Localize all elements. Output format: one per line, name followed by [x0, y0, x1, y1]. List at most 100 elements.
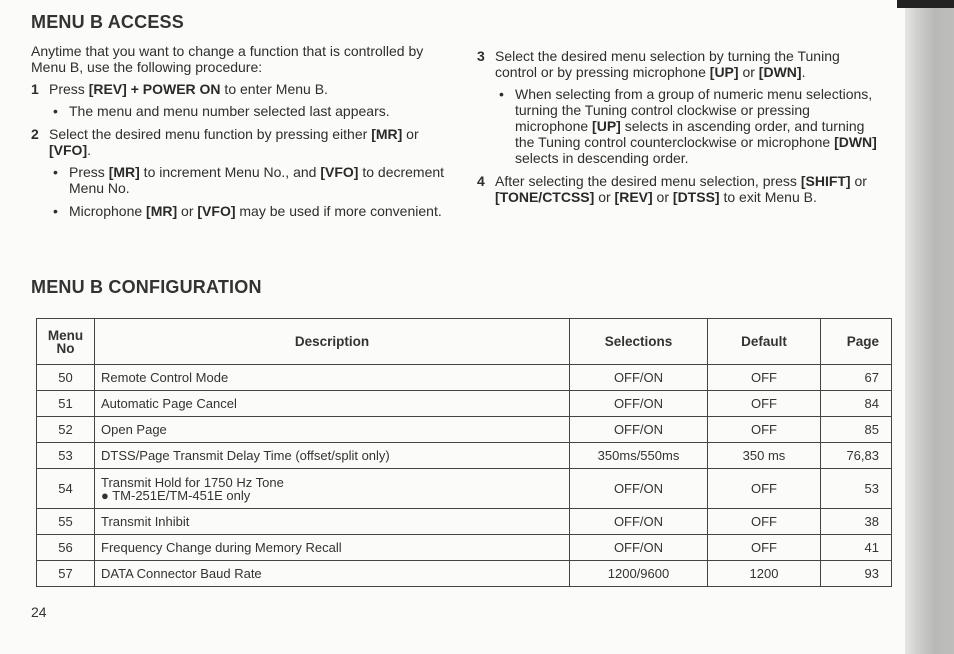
- bullet-text: Press: [69, 164, 109, 180]
- cell-page: 38: [820, 508, 892, 535]
- cell-menu-no: 56: [36, 534, 95, 561]
- description-text: Transmit Inhibit: [101, 514, 190, 529]
- table-row: 54 Transmit Hold for 1750 Hz Tone ● TM-251…: [36, 468, 892, 509]
- bullet-icon: •: [499, 86, 504, 102]
- cell-default: 1200: [707, 560, 821, 587]
- step-4: 4 After selecting the desired menu selec…: [477, 173, 877, 205]
- step-3: 3 Select the desired menu selection by t…: [477, 48, 877, 80]
- cell-page: 67: [820, 364, 892, 391]
- cell-selections: OFF/ON: [569, 416, 708, 443]
- menu-b-access-title: MENU B ACCESS: [31, 12, 184, 32]
- cell-selections: 350ms/550ms: [569, 442, 708, 469]
- step-text: .: [87, 142, 91, 158]
- bullet-text: or: [177, 203, 198, 219]
- key-label: [UP]: [709, 64, 739, 80]
- step-2: 2 Select the desired menu function by pr…: [31, 126, 451, 158]
- cell-default: OFF: [707, 468, 821, 509]
- cell-page: 84: [820, 390, 892, 417]
- cell-selections: OFF/ON: [569, 390, 708, 417]
- bullet-text: may be used if more convenient.: [235, 203, 442, 219]
- step-text: or: [402, 126, 419, 142]
- key-label: [MR]: [108, 164, 140, 180]
- cell-page: 76,83: [820, 442, 892, 469]
- header-page: Page: [820, 318, 892, 365]
- bullet-text: Microphone: [69, 203, 147, 219]
- menu-b-configuration-title: MENU B CONFIGURATION: [31, 277, 262, 297]
- step-number: 2: [31, 126, 39, 142]
- table-row: 50 Remote Control Mode OFF/ON OFF 67: [36, 364, 892, 391]
- step-number: 1: [31, 81, 39, 97]
- step-text: Select the desired menu function by pres…: [49, 126, 372, 142]
- page-edge-dark: [897, 0, 954, 8]
- step-text: .: [801, 64, 806, 80]
- header-menu-no: Menu No: [36, 318, 95, 365]
- description-text: Remote Control Mode: [101, 370, 229, 385]
- table-row: 53 DTSS/Page Transmit Delay Time (offset/…: [36, 442, 892, 469]
- table-row: 56 Frequency Change during Memory Recall O…: [36, 534, 892, 561]
- page-edge-shadow: [905, 0, 954, 654]
- cell-selections: OFF/ON: [569, 364, 708, 391]
- table-header-row: Menu No Description Selections Default P…: [36, 318, 892, 365]
- key-label: [DWN]: [834, 134, 877, 150]
- key-label: [SHIFT]: [800, 173, 851, 189]
- description-text: DTSS/Page Transmit Delay Time (offset/sp…: [101, 448, 390, 463]
- cell-description: Open Page: [94, 416, 570, 443]
- bullet-item: • Microphone [MR] or [VFO] may be used i…: [31, 203, 451, 219]
- key-label: [VFO]: [49, 142, 88, 158]
- header-text: Menu: [47, 327, 84, 343]
- cell-menu-no: 50: [36, 364, 95, 391]
- cell-menu-no: 55: [36, 508, 95, 535]
- cell-menu-no: 52: [36, 416, 95, 443]
- page-number: 24: [31, 604, 47, 620]
- right-column: 3 Select the desired menu selection by t…: [477, 48, 877, 211]
- bullet-icon: •: [53, 103, 58, 119]
- description-text: Frequency Change during Memory Recall: [101, 540, 342, 555]
- header-text: No: [56, 340, 75, 356]
- cell-default: OFF: [707, 390, 821, 417]
- key-label: [VFO]: [320, 164, 359, 180]
- table-row: 52 Open Page OFF/ON OFF 85: [36, 416, 892, 443]
- cell-description: Transmit Hold for 1750 Hz Tone ● TM-251E/…: [94, 468, 570, 509]
- bullet-text: selects in descending order.: [515, 150, 689, 166]
- cell-description: Transmit Inhibit: [94, 508, 570, 535]
- key-label: [MR]: [146, 203, 178, 219]
- bullet-text: to increment Menu No., and: [139, 164, 321, 180]
- cell-description: DATA Connector Baud Rate: [94, 560, 570, 587]
- step-1: 1 Press [REV] + POWER ON to enter Menu B…: [31, 81, 451, 97]
- table-row: 57 DATA Connector Baud Rate 1200/9600 1200 9…: [36, 560, 892, 587]
- description-text: Automatic Page Cancel: [101, 396, 237, 411]
- bullet-icon: •: [53, 164, 58, 180]
- step-text: to exit Menu B.: [719, 189, 817, 205]
- step-text: to enter Menu B.: [220, 81, 328, 97]
- cell-default: 350 ms: [707, 442, 821, 469]
- cell-menu-no: 54: [36, 468, 95, 509]
- table-row: 55 Transmit Inhibit OFF/ON OFF 38: [36, 508, 892, 535]
- cell-default: OFF: [707, 416, 821, 443]
- step-number: 3: [477, 48, 485, 64]
- cell-default: OFF: [707, 508, 821, 535]
- bullet-icon: •: [53, 203, 58, 219]
- intro-text: Anytime that you want to change a functi…: [31, 43, 424, 75]
- cell-page: 85: [820, 416, 892, 443]
- key-label: [TONE/CTCSS]: [495, 189, 595, 205]
- step-text: or: [594, 189, 615, 205]
- key-label: [REV]: [614, 189, 653, 205]
- header-default: Default: [707, 318, 821, 365]
- cell-page: 93: [820, 560, 892, 587]
- cell-selections: 1200/9600: [569, 560, 708, 587]
- description-note: ● TM-251E/TM-451E only: [101, 487, 251, 503]
- cell-menu-no: 53: [36, 442, 95, 469]
- cell-default: OFF: [707, 534, 821, 561]
- key-label: [DTSS]: [672, 189, 720, 205]
- description-text: Open Page: [101, 422, 167, 437]
- menu-b-configuration-table: Menu No Description Selections Default P…: [36, 318, 892, 587]
- cell-description: Remote Control Mode: [94, 364, 570, 391]
- key-label: [MR]: [371, 126, 403, 142]
- step-text: or: [652, 189, 673, 205]
- key-label: [UP]: [592, 118, 621, 134]
- step-text: After selecting the desired menu selecti…: [495, 173, 801, 189]
- key-label: [DWN]: [758, 64, 802, 80]
- key-label: [VFO]: [197, 203, 236, 219]
- cell-page: 53: [820, 468, 892, 509]
- cell-menu-no: 51: [36, 390, 95, 417]
